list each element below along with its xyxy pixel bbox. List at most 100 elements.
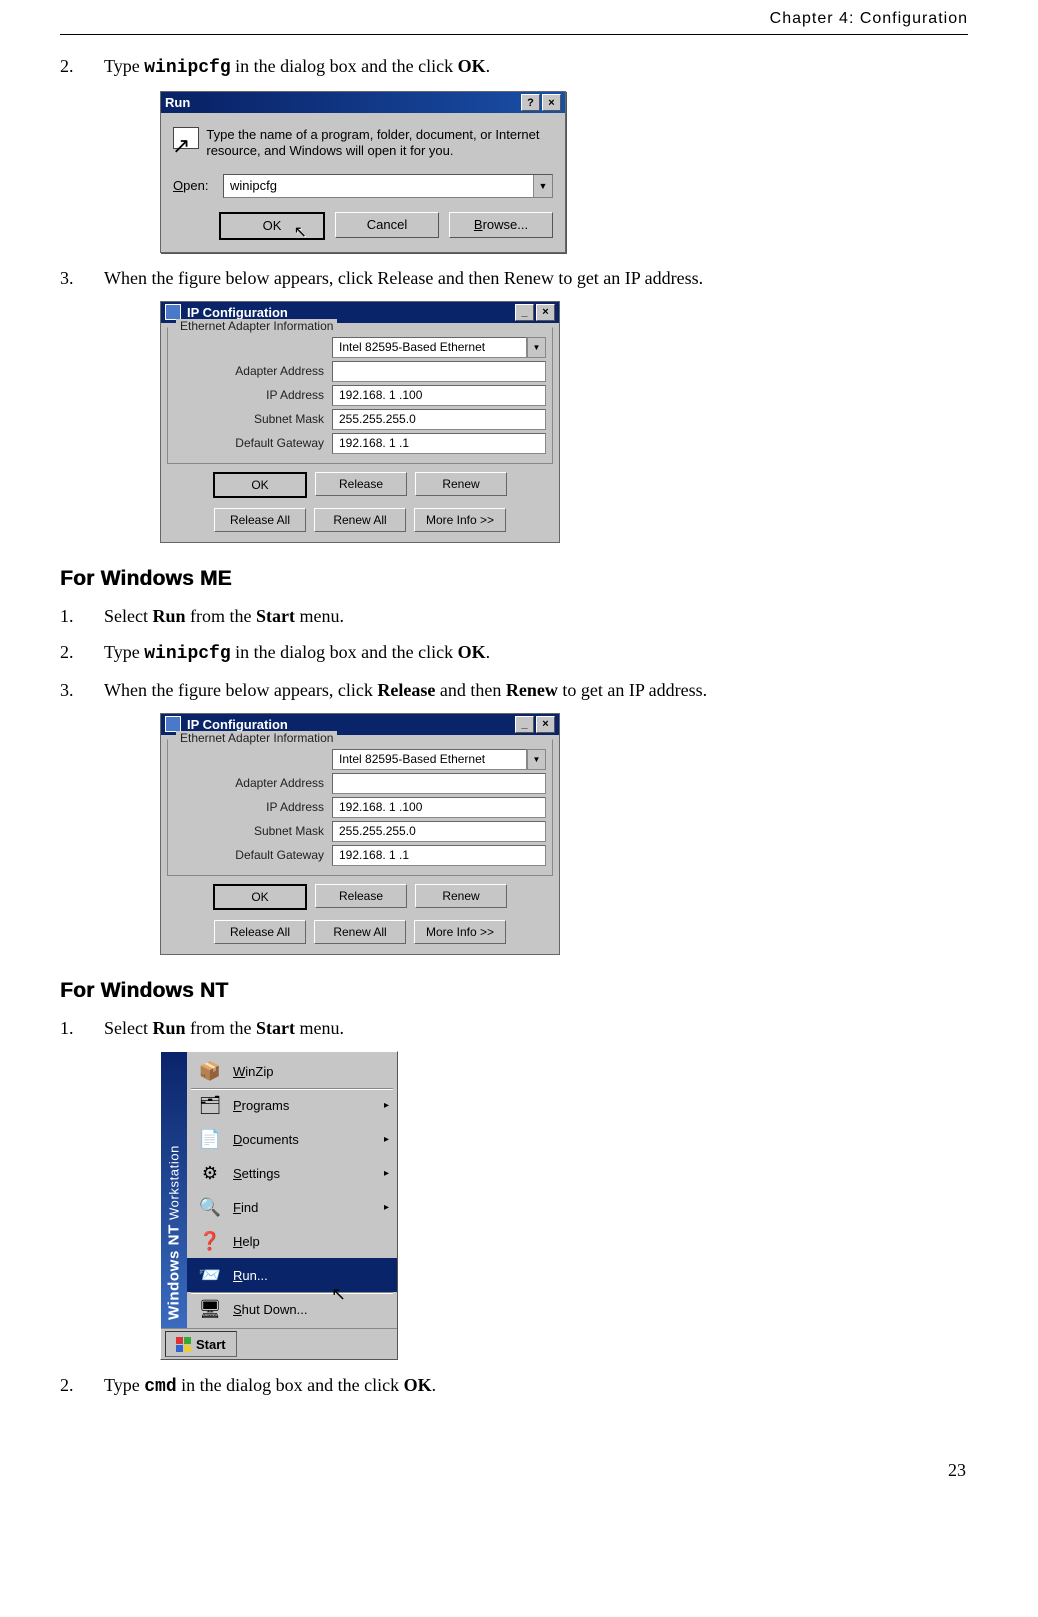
page-number: 23 [60,1460,968,1481]
minimize-icon[interactable]: _ [515,304,534,321]
gateway-field: 192.168. 1 .1 [332,845,546,866]
field-label: IP Address [174,388,332,402]
menu-item-label: Documents [233,1132,374,1147]
release-button[interactable]: Release [315,884,407,908]
text-frag: and then [435,680,505,700]
step-text: Select Run from the Start menu. [104,1015,968,1041]
banner-subtext: Workstation [167,1145,182,1220]
field-label: Adapter Address [174,364,332,378]
step-text: Select Run from the Start menu. [104,603,968,629]
step-text: When the figure below appears, click Rel… [104,265,968,291]
menu-item-icon: ❓ [197,1229,223,1253]
step-text: Type cmd in the dialog box and the click… [104,1372,968,1400]
run-titlebar: Run ? × [161,92,565,113]
close-icon[interactable]: × [542,94,561,111]
banner-text: Windows NT [166,1224,183,1320]
more-info-button[interactable]: More Info >> [414,508,506,532]
chevron-down-icon[interactable]: ▼ [527,337,546,358]
menu-item-icon: 📨 [197,1263,223,1287]
menu-item-icon: 🖥 [197,1297,223,1321]
submenu-arrow-icon: ▸ [384,1202,389,1213]
subnet-mask-field: 255.255.255.0 [332,821,546,842]
start-menu: Windows NT Workstation 📦WinZip🗂Programs▸… [160,1051,398,1360]
group-title: Ethernet Adapter Information [176,319,337,333]
text-frag: Type [104,642,144,662]
ok-button[interactable]: OK [213,472,307,498]
menu-item-icon: 📦 [197,1059,223,1083]
start-menu-banner: Windows NT Workstation [161,1052,187,1328]
page-header: Chapter 4: Configuration [60,10,968,35]
adapter-address-field [332,773,546,794]
renew-all-button[interactable]: Renew All [314,920,406,944]
submenu-arrow-icon: ▸ [384,1168,389,1179]
nt-step-2: 2. Type cmd in the dialog box and the cl… [60,1372,968,1400]
text-frag: menu. [295,1018,344,1038]
ok-button[interactable]: OK [213,884,307,910]
cancel-button[interactable]: Cancel [335,212,439,238]
ipconfig-dialog: IP Configuration _ × Ethernet Adapter In… [160,301,560,543]
start-menu-item[interactable]: 📄Documents▸ [187,1122,397,1156]
chevron-down-icon[interactable]: ▼ [527,749,546,770]
help-icon[interactable]: ? [521,94,540,111]
step-number: 2. [60,1372,104,1400]
bold-text: OK [458,56,486,76]
renew-button[interactable]: Renew [415,884,507,908]
cmd-text: winipcfg [144,644,230,664]
start-menu-item[interactable]: 📨Run... [187,1258,397,1292]
menu-item-label: Programs [233,1098,374,1113]
close-icon[interactable]: × [536,716,555,733]
step-3: 3. When the figure below appears, click … [60,265,968,291]
release-all-button[interactable]: Release All [214,920,306,944]
open-label: Open: [173,178,215,193]
release-all-button[interactable]: Release All [214,508,306,532]
text-frag: . [432,1375,437,1395]
field-label: Subnet Mask [174,412,332,426]
adapter-select[interactable]: Intel 82595-Based Ethernet [332,749,527,770]
release-button[interactable]: Release [315,472,407,496]
submenu-arrow-icon: ▸ [384,1100,389,1111]
adapter-select[interactable]: Intel 82595-Based Ethernet [332,337,527,358]
me-step-3: 3. When the figure below appears, click … [60,677,968,703]
adapter-group: Ethernet Adapter Information Intel 82595… [167,739,553,876]
step-number: 3. [60,677,104,703]
menu-item-icon: 📄 [197,1127,223,1151]
start-menu-item[interactable]: ❓Help [187,1224,397,1258]
start-menu-item[interactable]: 🔍Find▸ [187,1190,397,1224]
start-menu-item[interactable]: ⚙Settings▸ [187,1156,397,1190]
ip-address-field: 192.168. 1 .100 [332,797,546,818]
bold-text: Start [256,1018,295,1038]
run-app-icon: ↗ [173,127,194,157]
field-label: Subnet Mask [174,824,332,838]
me-step-2: 2. Type winipcfg in the dialog box and t… [60,639,968,667]
field-label: IP Address [174,800,332,814]
chevron-down-icon[interactable]: ▼ [533,175,552,197]
start-button[interactable]: Start [165,1331,237,1357]
step-text: When the figure below appears, click Rel… [104,677,968,703]
text-frag: from the [186,606,256,626]
text-frag: Select [104,1018,152,1038]
run-dialog: Run ? × ↗ Type the name of a program, fo… [160,91,566,253]
text-frag: menu. [295,606,344,626]
adapter-group: Ethernet Adapter Information Intel 82595… [167,327,553,464]
minimize-icon[interactable]: _ [515,716,534,733]
start-menu-item[interactable]: 🖥Shut Down... [187,1292,397,1326]
browse-button[interactable]: Browse... [449,212,553,238]
ok-button[interactable]: OK↖ [219,212,325,240]
field-label: Default Gateway [174,848,332,862]
open-input[interactable] [224,175,533,197]
menu-item-label: Find [233,1200,374,1215]
start-menu-item[interactable]: 📦 WinZip [187,1054,397,1088]
start-menu-item[interactable]: 🗂Programs▸ [187,1088,397,1122]
text-frag: in the dialog box and the click [177,1375,404,1395]
text-frag: Type [104,1375,144,1395]
ipconfig-title-text: IP Configuration [187,717,515,732]
renew-all-button[interactable]: Renew All [314,508,406,532]
open-combo[interactable]: ▼ [223,174,553,198]
menu-item-label: WinZip [233,1064,389,1079]
more-info-button[interactable]: More Info >> [414,920,506,944]
bold-text: OK [404,1375,432,1395]
step-number: 1. [60,603,104,629]
close-icon[interactable]: × [536,304,555,321]
renew-button[interactable]: Renew [415,472,507,496]
menu-item-label: Settings [233,1166,374,1181]
